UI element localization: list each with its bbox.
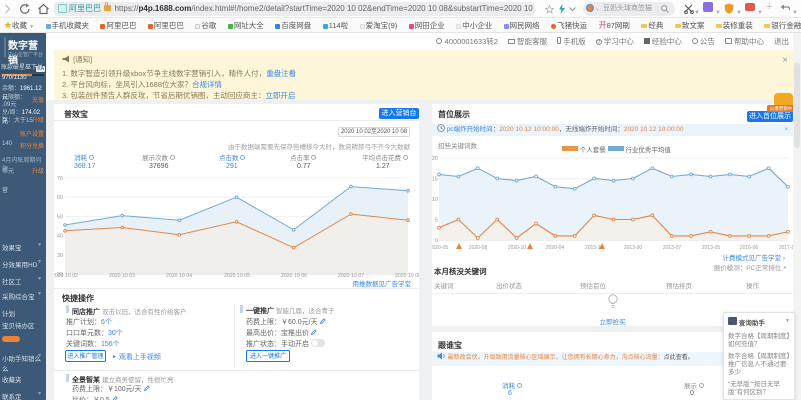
svg-text:15: 15 (432, 177, 438, 183)
svg-text:40: 40 (57, 234, 63, 240)
svg-text:2020 10 03: 2020 10 03 (109, 273, 135, 279)
svg-text:50: 50 (57, 214, 63, 220)
svg-text:5: 5 (435, 218, 438, 224)
svg-text:20: 20 (432, 156, 438, 162)
svg-text:30: 30 (57, 253, 63, 259)
svg-text:2020 10 05: 2020 10 05 (224, 273, 250, 279)
svg-text:2020-08: 2020-08 (469, 245, 488, 251)
svg-text:2020 10 04: 2020 10 04 (166, 273, 192, 279)
svg-text:60: 60 (57, 195, 63, 201)
svg-text:2020-04: 2020-04 (546, 245, 565, 251)
svg-text:10: 10 (432, 197, 438, 203)
svg-text:2020 10 06: 2020 10 06 (281, 273, 307, 279)
svg-text:2013-00: 2013-00 (624, 245, 643, 251)
svg-text:2020-10: 2020-10 (508, 245, 527, 251)
svg-text:2020 10 02: 2020 10 02 (54, 273, 78, 279)
svg-text:70: 70 (57, 176, 63, 182)
svg-text:2013-07: 2013-07 (663, 245, 682, 251)
svg-text:2013-05: 2013-05 (702, 245, 721, 251)
svg-text:0: 0 (435, 238, 438, 244)
svg-text:2016-06: 2016-06 (740, 245, 759, 251)
svg-text:2017-04: 2017-04 (779, 245, 793, 251)
svg-text:2020-05: 2020-05 (432, 245, 448, 251)
